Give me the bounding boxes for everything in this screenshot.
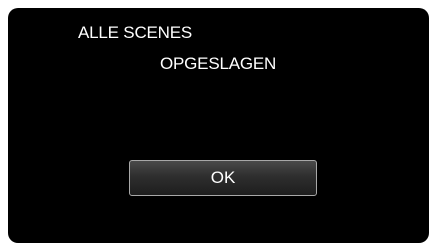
ok-button[interactable]: OK bbox=[129, 160, 317, 196]
message-line-1: ALLE SCENES bbox=[78, 23, 193, 42]
ok-button-label: OK bbox=[210, 168, 236, 187]
camera-dialog-screen: ALLE SCENES OPGESLAGEN OK bbox=[8, 8, 429, 243]
message-line-2: OPGESLAGEN bbox=[160, 54, 277, 73]
